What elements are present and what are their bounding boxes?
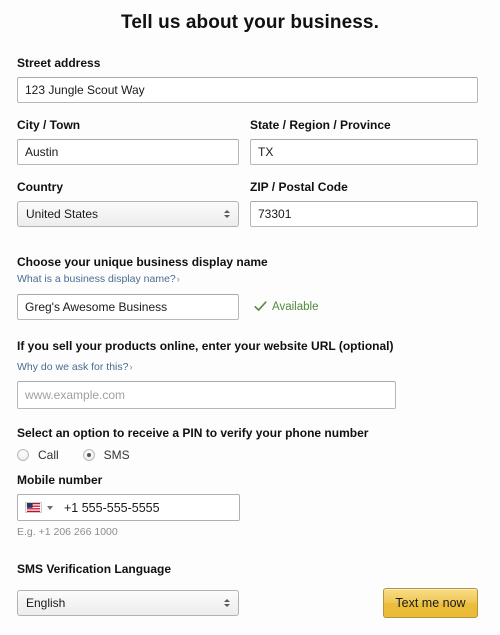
website-url-help-link[interactable]: Why do we ask for this?› (17, 361, 132, 373)
display-name-input[interactable] (17, 294, 239, 320)
pin-option-call-label: Call (38, 448, 59, 462)
mobile-number-field[interactable]: +1 555-555-5555 (17, 494, 240, 521)
display-name-help-link-text: What is a business display name? (17, 273, 176, 285)
sms-language-label: SMS Verification Language (17, 562, 172, 576)
pin-option-sms[interactable]: SMS (82, 448, 130, 462)
country-select-value: United States (26, 207, 99, 221)
country-label: Country (17, 180, 63, 194)
state-input[interactable] (250, 139, 478, 165)
street-address-label: Street address (17, 56, 101, 70)
display-name-help-link[interactable]: What is a business display name?› (17, 273, 180, 285)
text-me-now-button[interactable]: Text me now (383, 588, 478, 618)
radio-sms-indicator (82, 449, 95, 461)
country-select[interactable]: United States (17, 201, 239, 227)
city-label: City / Town (17, 118, 81, 132)
city-input[interactable] (17, 139, 239, 165)
us-flag-icon (25, 502, 42, 513)
mobile-number-hint: E.g. +1 206 266 1000 (17, 526, 118, 538)
pin-option-radio-group: Call SMS (17, 448, 130, 462)
chevron-right-icon: › (129, 362, 133, 372)
display-name-label: Choose your unique business display name (17, 255, 268, 269)
zip-label: ZIP / Postal Code (250, 180, 348, 194)
chevron-down-icon (47, 505, 53, 510)
zip-input[interactable] (250, 201, 478, 227)
sms-language-select[interactable]: English (17, 590, 239, 616)
chevron-updown-icon (224, 591, 230, 615)
radio-call-indicator (17, 449, 29, 461)
mobile-number-label: Mobile number (17, 473, 103, 487)
pin-option-label: Select an option to receive a PIN to ver… (17, 426, 369, 440)
pin-option-call[interactable]: Call (17, 448, 59, 462)
availability-text: Available (272, 300, 319, 313)
business-info-form-page: Tell us about your business. Street addr… (0, 0, 500, 635)
website-url-label: If you sell your products online, enter … (17, 339, 394, 353)
pin-option-sms-label: SMS (103, 448, 130, 462)
mobile-number-value: +1 555-555-5555 (64, 500, 160, 515)
website-url-input[interactable] (17, 381, 396, 409)
website-url-help-link-text: Why do we ask for this? (17, 361, 129, 373)
chevron-right-icon: › (176, 274, 180, 284)
chevron-updown-icon (224, 202, 230, 226)
sms-language-select-value: English (26, 596, 66, 610)
street-address-input[interactable] (17, 77, 478, 103)
check-icon (254, 301, 267, 311)
page-title: Tell us about your business. (121, 12, 379, 33)
display-name-availability-status: Available (254, 300, 318, 313)
state-label: State / Region / Province (250, 118, 391, 132)
